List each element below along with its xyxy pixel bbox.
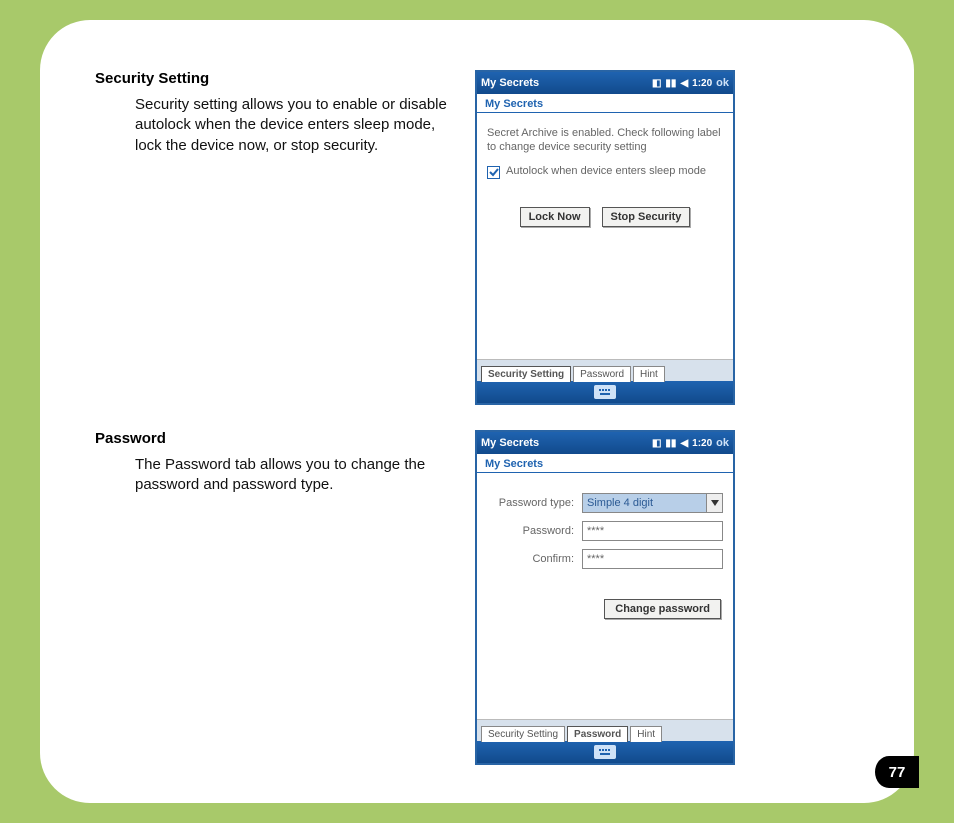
- tabbar: Security Setting Password Hint: [477, 719, 733, 741]
- tab-security[interactable]: Security Setting: [481, 366, 571, 382]
- ok-button[interactable]: ok: [716, 77, 729, 89]
- titlebar: My Secrets ◧ ▮▮ ◀ 1:20 ok: [477, 72, 733, 94]
- button-row: Lock Now Stop Security: [487, 207, 723, 227]
- password-device-col: My Secrets ◧ ▮▮ ◀ 1:20 ok My Secrets Pas…: [475, 430, 874, 765]
- tab-hint[interactable]: Hint: [633, 366, 665, 382]
- security-body-text: Secret Archive is enabled. Check followi…: [487, 127, 723, 155]
- lock-now-button[interactable]: Lock Now: [520, 207, 590, 227]
- divider: [477, 472, 733, 473]
- clock: 1:20: [692, 78, 712, 89]
- autolock-checkbox[interactable]: [487, 166, 500, 179]
- volume-icon: ◀: [680, 78, 688, 89]
- autolock-label: Autolock when device enters sleep mode: [506, 165, 723, 179]
- keyboard-icon[interactable]: [594, 385, 616, 399]
- chevron-down-icon: [706, 494, 722, 512]
- password-form: Password type: Simple 4 digit Password: …: [487, 493, 723, 619]
- section-password: Password The Password tab allows you to …: [95, 430, 874, 765]
- status-icon: ◧: [652, 78, 661, 89]
- stop-security-button[interactable]: Stop Security: [602, 207, 691, 227]
- page-number-badge: 77: [875, 756, 919, 788]
- tab-password[interactable]: Password: [567, 726, 628, 742]
- security-device-col: My Secrets ◧ ▮▮ ◀ 1:20 ok My Secrets Sec…: [475, 70, 874, 405]
- row-confirm: Confirm: ****: [487, 549, 723, 569]
- password-text-col: Password The Password tab allows you to …: [95, 430, 475, 765]
- tabbar: Security Setting Password Hint: [477, 359, 733, 381]
- password-desc: The Password tab allows you to change th…: [135, 455, 455, 496]
- volume-icon: ◀: [680, 438, 688, 449]
- change-password-button[interactable]: Change password: [604, 599, 721, 619]
- security-text-col: Security Setting Security setting allows…: [95, 70, 475, 405]
- titlebar: My Secrets ◧ ▮▮ ◀ 1:20 ok: [477, 432, 733, 454]
- subtitle: My Secrets: [477, 454, 733, 472]
- bottombar: [477, 381, 733, 403]
- check-icon: [489, 167, 499, 177]
- body-security: Secret Archive is enabled. Check followi…: [477, 119, 733, 359]
- body-password: Password type: Simple 4 digit Password: …: [477, 479, 733, 719]
- status-icons: ◧ ▮▮ ◀ 1:20: [652, 78, 712, 89]
- tab-password[interactable]: Password: [573, 366, 631, 382]
- signal-icon: ▮▮: [665, 78, 676, 89]
- phone-password: My Secrets ◧ ▮▮ ◀ 1:20 ok My Secrets Pas…: [475, 430, 735, 765]
- security-heading: Security Setting: [95, 70, 455, 87]
- app-title: My Secrets: [481, 77, 652, 89]
- label-confirm: Confirm:: [487, 553, 582, 565]
- label-password: Password:: [487, 525, 582, 537]
- app-title: My Secrets: [481, 437, 652, 449]
- password-heading: Password: [95, 430, 455, 447]
- document-page: Security Setting Security setting allows…: [40, 20, 914, 803]
- password-value: ****: [587, 525, 604, 537]
- confirm-value: ****: [587, 553, 604, 565]
- subtitle: My Secrets: [477, 94, 733, 112]
- tab-hint[interactable]: Hint: [630, 726, 662, 742]
- keyboard-icon[interactable]: [594, 745, 616, 759]
- row-type: Password type: Simple 4 digit: [487, 493, 723, 513]
- tab-security[interactable]: Security Setting: [481, 726, 565, 742]
- status-icons: ◧ ▮▮ ◀ 1:20: [652, 438, 712, 449]
- ok-button[interactable]: ok: [716, 437, 729, 449]
- divider: [477, 112, 733, 113]
- password-input[interactable]: ****: [582, 521, 723, 541]
- confirm-input[interactable]: ****: [582, 549, 723, 569]
- autolock-row: Autolock when device enters sleep mode: [487, 165, 723, 179]
- phone-security: My Secrets ◧ ▮▮ ◀ 1:20 ok My Secrets Sec…: [475, 70, 735, 405]
- row-password: Password: ****: [487, 521, 723, 541]
- bottombar: [477, 741, 733, 763]
- section-security: Security Setting Security setting allows…: [95, 70, 874, 405]
- clock: 1:20: [692, 438, 712, 449]
- status-icon: ◧: [652, 438, 661, 449]
- signal-icon: ▮▮: [665, 438, 676, 449]
- password-type-value: Simple 4 digit: [583, 497, 706, 509]
- label-password-type: Password type:: [487, 497, 582, 509]
- security-desc: Security setting allows you to enable or…: [135, 95, 455, 156]
- change-row: Change password: [487, 599, 723, 619]
- password-type-select[interactable]: Simple 4 digit: [582, 493, 723, 513]
